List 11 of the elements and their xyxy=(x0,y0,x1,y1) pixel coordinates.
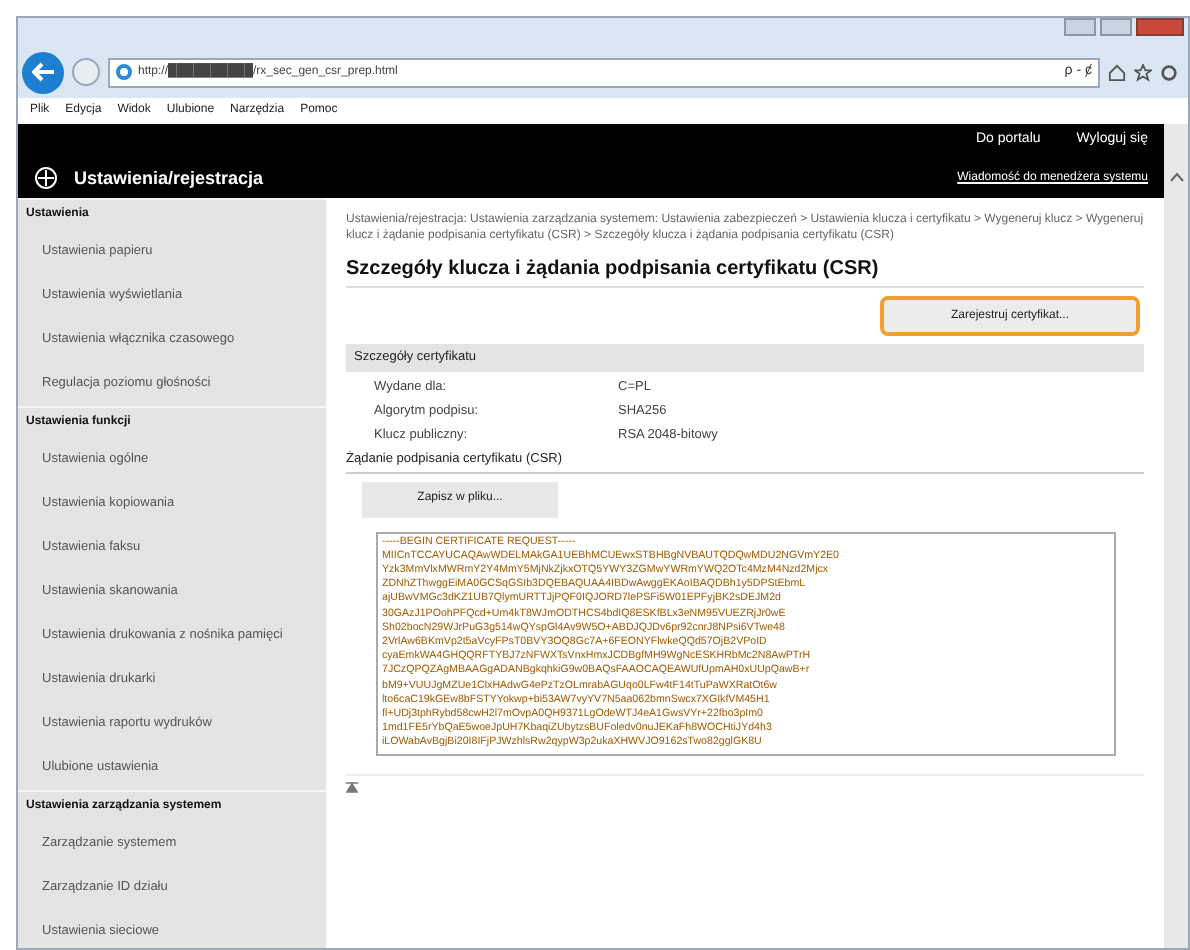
back-button[interactable] xyxy=(22,51,64,93)
csr-text-area[interactable] xyxy=(376,531,1116,756)
back-arrow-icon xyxy=(31,62,55,82)
scroll-top-icon[interactable] xyxy=(346,781,358,794)
scrollbar[interactable] xyxy=(1164,124,1188,948)
header-title: Ustawienia/rejestracja xyxy=(74,165,264,192)
ie-page-icon xyxy=(116,64,132,80)
scroll-up-icon[interactable] xyxy=(1169,172,1183,182)
page-title: Szczegóły klucza i żądania podpisania certyfikatu (CSR) xyxy=(346,254,1144,288)
star-icon[interactable] xyxy=(1134,63,1152,81)
home-icon[interactable] xyxy=(1108,63,1126,81)
